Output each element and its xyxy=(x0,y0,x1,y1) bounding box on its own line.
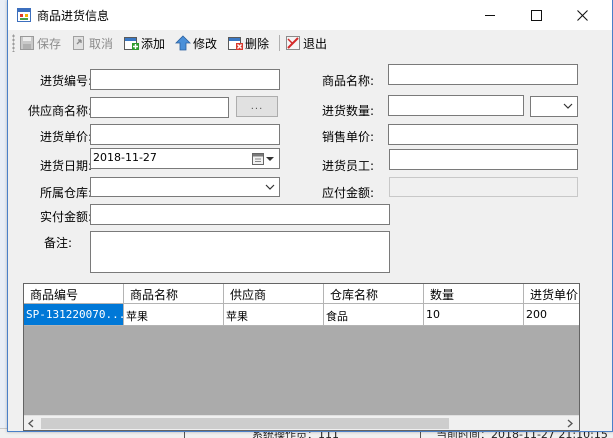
cell-product-code[interactable]: SP-131220070... xyxy=(24,304,124,326)
column-header-quantity[interactable]: 数量 xyxy=(424,284,524,304)
quantity-input[interactable] xyxy=(388,95,524,116)
paid-amount-input[interactable] xyxy=(90,204,390,225)
toolbar: 保存 取消 添加 修改 删除 退出 xyxy=(8,30,612,56)
unit-price-input[interactable] xyxy=(90,124,280,145)
calendar-dropdown-icon xyxy=(252,153,274,165)
payable-label: 应付金额: xyxy=(321,186,374,200)
sale-price-input[interactable] xyxy=(388,124,578,145)
purchase-grid[interactable]: 商品编号 商品名称 供应商 仓库名称 数量 进货单价 SP-131220070.… xyxy=(23,283,580,431)
edit-icon xyxy=(175,35,191,51)
app-form-icon xyxy=(17,8,31,22)
status-separator xyxy=(420,431,421,438)
delete-button[interactable]: 删除 xyxy=(227,33,269,53)
add-icon xyxy=(124,37,139,50)
product-name-input[interactable] xyxy=(388,64,578,85)
table-row[interactable]: SP-131220070... 苹果 苹果 食品 10 200 xyxy=(24,304,579,326)
window-title: 商品进货信息 xyxy=(37,9,110,23)
background-app-edge xyxy=(0,0,7,438)
cell-supplier[interactable]: 苹果 xyxy=(224,304,324,326)
quantity-label: 进货数量: xyxy=(321,104,374,118)
column-header-product-code[interactable]: 商品编号 xyxy=(24,284,124,304)
scroll-right-icon[interactable] xyxy=(565,419,574,428)
add-label: 添加 xyxy=(141,36,166,51)
toolbar-separator xyxy=(279,35,280,51)
close-icon xyxy=(576,9,588,21)
cancel-label: 取消 xyxy=(89,36,114,51)
date-label: 进货日期: xyxy=(39,159,92,173)
cell-quantity[interactable]: 10 xyxy=(424,304,524,326)
product-name-label: 商品名称: xyxy=(321,74,374,88)
column-header-unit-price[interactable]: 进货单价 xyxy=(524,284,579,304)
toolbar-grip[interactable] xyxy=(12,34,15,52)
column-header-warehouse[interactable]: 仓库名称 xyxy=(324,284,424,304)
maximize-button[interactable] xyxy=(513,0,559,30)
warehouse-label: 所属仓库: xyxy=(39,186,92,200)
add-button[interactable]: 添加 xyxy=(123,33,165,53)
purchase-date-picker[interactable]: 2018-11-27 xyxy=(90,148,280,169)
minimize-button[interactable] xyxy=(467,0,513,30)
warehouse-select[interactable] xyxy=(90,177,280,197)
exit-icon xyxy=(286,36,300,50)
purchase-no-input[interactable] xyxy=(90,69,280,90)
cell-warehouse[interactable]: 食品 xyxy=(324,304,424,326)
cell-unit-price[interactable]: 200 xyxy=(524,304,579,326)
save-icon xyxy=(20,36,34,50)
grid-header-row: 商品编号 商品名称 供应商 仓库名称 数量 进货单价 xyxy=(24,284,579,304)
column-header-supplier[interactable]: 供应商 xyxy=(224,284,324,304)
sale-price-label: 销售单价: xyxy=(321,130,374,144)
save-button[interactable]: 保存 xyxy=(19,33,61,53)
cancel-button[interactable]: 取消 xyxy=(71,33,113,53)
title-bar[interactable]: 商品进货信息 xyxy=(8,0,612,30)
paid-label: 实付金额: xyxy=(39,210,92,224)
exit-label: 退出 xyxy=(303,36,328,51)
scroll-left-icon[interactable] xyxy=(27,419,36,428)
unit-price-label: 进货单价: xyxy=(39,130,92,144)
notes-label: 备注: xyxy=(43,236,72,250)
purchase-no-label: 进货编号: xyxy=(39,74,92,88)
delete-label: 删除 xyxy=(245,36,270,51)
scrollbar-thumb[interactable] xyxy=(41,418,449,429)
supplier-name-input[interactable] xyxy=(90,97,229,118)
close-button[interactable] xyxy=(559,0,605,30)
quantity-unit-select[interactable] xyxy=(530,96,578,117)
chevron-down-icon xyxy=(563,103,573,109)
purchase-date-value: 2018-11-27 xyxy=(93,151,157,164)
edit-label: 修改 xyxy=(193,36,218,51)
maximize-icon xyxy=(530,9,542,21)
horizontal-scrollbar[interactable] xyxy=(24,415,579,430)
minimize-icon xyxy=(484,14,495,16)
employee-label: 进货员工: xyxy=(321,159,374,173)
cancel-icon xyxy=(73,36,84,50)
notes-textarea[interactable] xyxy=(90,231,390,273)
purchase-info-window: 商品进货信息 保存 取消 添加 修改 删除 退出 进货编号: 商品名称: 供应商… xyxy=(7,0,613,432)
save-label: 保存 xyxy=(37,36,62,51)
edit-button[interactable]: 修改 xyxy=(175,33,217,53)
column-header-product-name[interactable]: 商品名称 xyxy=(124,284,224,304)
payable-amount-field xyxy=(389,177,578,197)
exit-button[interactable]: 退出 xyxy=(285,33,327,53)
supplier-name-label: 供应商名称: xyxy=(27,104,92,118)
employee-input[interactable] xyxy=(389,149,578,170)
status-separator xyxy=(184,431,185,438)
chevron-down-icon xyxy=(265,184,275,190)
cell-product-name[interactable]: 苹果 xyxy=(124,304,224,326)
supplier-browse-button[interactable]: ... xyxy=(236,96,278,117)
delete-icon xyxy=(228,37,243,50)
